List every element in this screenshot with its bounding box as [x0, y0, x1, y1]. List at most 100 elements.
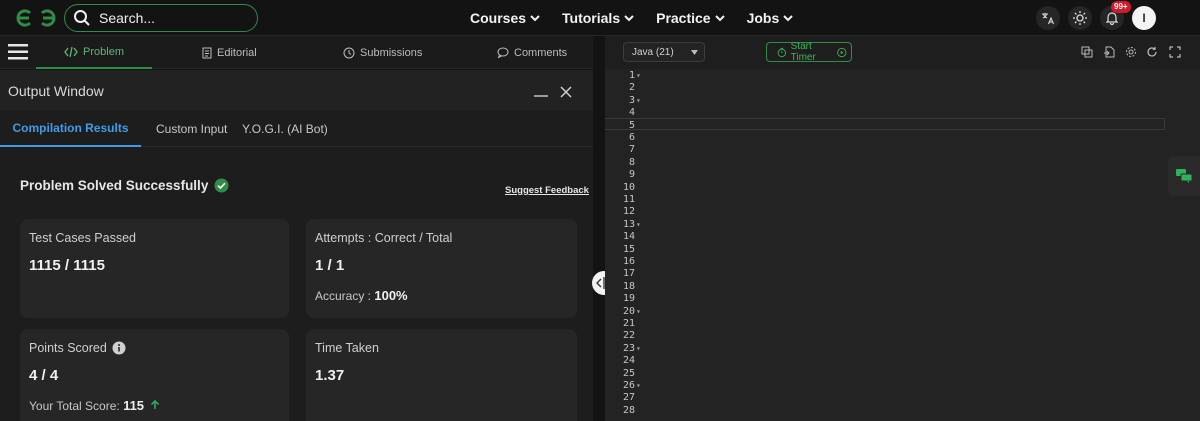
- clock-icon: [343, 47, 355, 58]
- test-cases-card: Test Cases Passed 1115 / 1115: [20, 219, 289, 318]
- menu-jobs[interactable]: Jobs: [747, 10, 794, 26]
- timer-label: Start Timer: [790, 41, 816, 63]
- card-label: Time Taken: [315, 341, 379, 355]
- line-number: 20: [622, 305, 635, 317]
- fold-arrow-icon[interactable]: ▾: [636, 344, 641, 353]
- sun-icon: [1073, 11, 1087, 25]
- language-select[interactable]: Java (21): [623, 42, 705, 62]
- fullscreen-icon[interactable]: [1169, 46, 1181, 58]
- user-avatar[interactable]: I: [1132, 6, 1156, 30]
- menu-tutorials[interactable]: Tutorials: [562, 10, 634, 26]
- attempts-card: Attempts : Correct / Total 1 / 1 Accurac…: [306, 219, 577, 318]
- gfg-logo-icon[interactable]: [14, 6, 58, 30]
- suggest-feedback-link[interactable]: Suggest Feedback: [505, 185, 589, 196]
- line-number: 18: [622, 280, 635, 292]
- menu-label: Practice: [656, 10, 711, 26]
- total-score-line: Your Total Score: 115: [29, 398, 160, 413]
- line-number: 5: [628, 119, 635, 131]
- line-number: 25: [622, 367, 635, 379]
- chevron-down-icon: [624, 15, 634, 22]
- attempts-value: 1 / 1: [315, 257, 345, 274]
- fold-arrow-icon[interactable]: ▾: [636, 307, 641, 316]
- comment-icon: [497, 47, 509, 58]
- line-number: 3: [628, 94, 635, 106]
- tab-compilation-results[interactable]: Compilation Results: [0, 110, 141, 147]
- line-number: 12: [622, 206, 635, 218]
- accuracy-label: Accuracy :: [315, 289, 375, 303]
- line-number: 26: [622, 380, 635, 391]
- fold-arrow-icon[interactable]: ▾: [636, 381, 641, 390]
- code-icon: [64, 46, 78, 57]
- output-window-header: Output Window: [0, 70, 593, 110]
- editor-toolbar: Java (21) Start Timer: [605, 36, 1200, 69]
- line-number: 17: [622, 268, 635, 280]
- code-editor[interactable]: 1 2 3 4 5 6 7 8 9 10 11 12 13 14 15 16 1…: [605, 69, 1200, 421]
- main-menu: Courses Tutorials Practice Jobs: [470, 0, 815, 36]
- line-number: 27: [622, 392, 635, 404]
- tab-custom-input[interactable]: Custom Input: [156, 122, 227, 136]
- chat-button[interactable]: [1168, 156, 1200, 196]
- fold-arrow-icon[interactable]: ▾: [636, 71, 641, 80]
- tab-problem[interactable]: Problem: [36, 36, 152, 69]
- line-number: 11: [622, 194, 635, 205]
- play-icon: [837, 47, 847, 57]
- top-navbar: Search... Courses Tutorials Practice Job…: [0, 0, 1200, 36]
- start-timer-button[interactable]: Start Timer: [766, 41, 852, 63]
- tab-label: Compilation Results: [12, 120, 129, 135]
- stopwatch-icon: [777, 47, 787, 57]
- translate-icon: [1042, 13, 1055, 25]
- points-label: Points Scored: [29, 341, 107, 355]
- line-number: 1: [628, 70, 635, 81]
- tab-label: Editorial: [217, 46, 257, 59]
- panel-splitter[interactable]: [593, 36, 605, 421]
- line-number: 21: [622, 318, 635, 329]
- line-number: 24: [622, 355, 635, 367]
- menu-practice[interactable]: Practice: [656, 10, 725, 26]
- caret-down-icon: [691, 50, 698, 55]
- line-number: 13: [622, 218, 635, 230]
- line-number: 6: [628, 132, 635, 143]
- chevron-down-icon: [530, 15, 540, 22]
- line-number: 4: [628, 107, 635, 119]
- close-icon[interactable]: [560, 86, 572, 98]
- search-icon: [74, 10, 90, 26]
- line-number: 16: [622, 256, 635, 267]
- bell-icon: [1105, 12, 1119, 25]
- hamburger-menu-icon[interactable]: [8, 44, 28, 60]
- points-card: Points Scored 4 / 4 Your Total Score: 11…: [20, 329, 289, 421]
- gear-icon[interactable]: [1125, 46, 1137, 58]
- copy-icon[interactable]: [1081, 46, 1093, 58]
- menu-courses[interactable]: Courses: [470, 10, 540, 26]
- accuracy-line: Accuracy : 100%: [315, 288, 408, 303]
- search-bar[interactable]: Search...: [64, 4, 258, 32]
- line-number: 19: [622, 293, 635, 305]
- check-circle-icon: [214, 178, 229, 193]
- line-number-gutter: 1 2 3 4 5 6 7 8 9 10 11 12 13 14 15 16 1…: [605, 69, 645, 421]
- line-number: 2: [628, 82, 635, 94]
- language-value: Java (21): [632, 46, 674, 58]
- line-number: 15: [622, 243, 635, 255]
- output-window-title: Output Window: [8, 83, 104, 99]
- line-number: 28: [622, 404, 635, 416]
- tab-comments[interactable]: Comments: [497, 36, 567, 69]
- theme-toggle-button[interactable]: [1068, 6, 1092, 30]
- current-line-highlight: [605, 118, 1165, 130]
- document-icon: [202, 47, 212, 58]
- import-file-icon[interactable]: [1103, 46, 1115, 58]
- fold-arrow-icon[interactable]: ▾: [636, 96, 641, 105]
- fold-arrow-icon[interactable]: ▾: [636, 220, 641, 229]
- menu-label: Courses: [470, 10, 527, 26]
- chevron-down-icon: [714, 15, 725, 22]
- tab-label: Problem: [83, 45, 124, 58]
- info-icon[interactable]: [112, 341, 126, 355]
- card-label: Attempts : Correct / Total: [315, 231, 453, 245]
- tab-submissions[interactable]: Submissions: [343, 36, 422, 69]
- line-number: 9: [628, 169, 635, 181]
- tab-yogi-ai-bot[interactable]: Y.O.G.I. (AI Bot): [242, 122, 328, 136]
- reset-icon[interactable]: [1146, 46, 1158, 58]
- line-number: 23: [622, 342, 635, 354]
- tab-editorial[interactable]: Editorial: [202, 36, 257, 69]
- translate-button[interactable]: [1036, 6, 1060, 30]
- minimize-icon[interactable]: [533, 84, 549, 98]
- accuracy-value: 100%: [374, 288, 408, 303]
